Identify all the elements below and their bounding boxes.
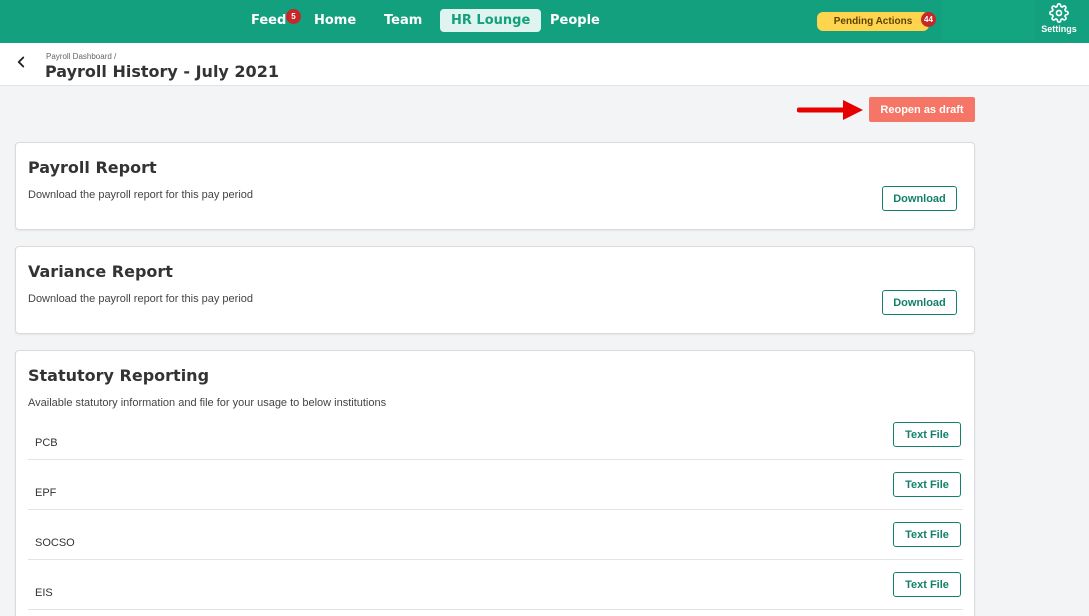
- nav-hr-lounge[interactable]: HR Lounge: [440, 9, 542, 32]
- annotation-arrow-icon: [797, 100, 863, 120]
- feed-count-badge: 5: [286, 9, 301, 24]
- row-label: EIS: [35, 587, 53, 599]
- variance-report-download-button[interactable]: Download: [882, 290, 957, 315]
- epf-text-file-button[interactable]: Text File: [893, 472, 961, 497]
- settings-label: Settings: [1041, 24, 1077, 34]
- card-description: Available statutory information and file…: [28, 397, 387, 409]
- nav-people[interactable]: People: [550, 9, 600, 32]
- pcb-text-file-button[interactable]: Text File: [893, 422, 961, 447]
- card-title: Variance Report: [28, 262, 173, 281]
- row-label: SOCSO: [35, 537, 75, 549]
- row-label: PCB: [35, 437, 58, 449]
- variance-report-card: Variance Report Download the payroll rep…: [15, 246, 975, 334]
- breadcrumb[interactable]: Payroll Dashboard /: [46, 52, 116, 61]
- payroll-report-download-button[interactable]: Download: [882, 186, 957, 211]
- page-title: Payroll History - July 2021: [45, 62, 279, 81]
- pending-count-badge: 44: [921, 12, 936, 27]
- statutory-row-epf: EPF Text File: [28, 460, 963, 510]
- card-description: Download the payroll report for this pay…: [28, 293, 254, 305]
- socso-text-file-button[interactable]: Text File: [893, 522, 961, 547]
- card-description: Download the payroll report for this pay…: [28, 189, 254, 201]
- row-label: EPF: [35, 487, 57, 499]
- card-title: Payroll Report: [28, 158, 157, 177]
- nav-team[interactable]: Team: [384, 9, 422, 32]
- reopen-as-draft-button[interactable]: Reopen as draft: [869, 97, 975, 122]
- chevron-left-icon[interactable]: [12, 53, 30, 71]
- eis-text-file-button[interactable]: Text File: [893, 572, 961, 597]
- card-title: Statutory Reporting: [28, 366, 210, 385]
- top-nav-bar: Feed 5 Home Team HR Lounge People Pendin…: [0, 0, 1089, 43]
- nav-home[interactable]: Home: [314, 9, 356, 32]
- statutory-reporting-card: Statutory Reporting Available statutory …: [15, 350, 975, 616]
- statutory-row-socso: SOCSO Text File: [28, 510, 963, 560]
- payroll-report-card: Payroll Report Download the payroll repo…: [15, 142, 975, 230]
- pending-actions-button[interactable]: Pending Actions: [817, 12, 929, 31]
- page-header: Payroll Dashboard / Payroll History - Ju…: [0, 43, 1089, 86]
- gear-icon: [1049, 3, 1069, 23]
- user-profile-area[interactable]: [942, 0, 1035, 40]
- statutory-row-pcb: PCB Text File: [28, 410, 963, 460]
- statutory-row-eis: EIS Text File: [28, 560, 963, 610]
- nav-feed[interactable]: Feed: [251, 9, 286, 32]
- settings-button[interactable]: Settings: [1036, 2, 1082, 40]
